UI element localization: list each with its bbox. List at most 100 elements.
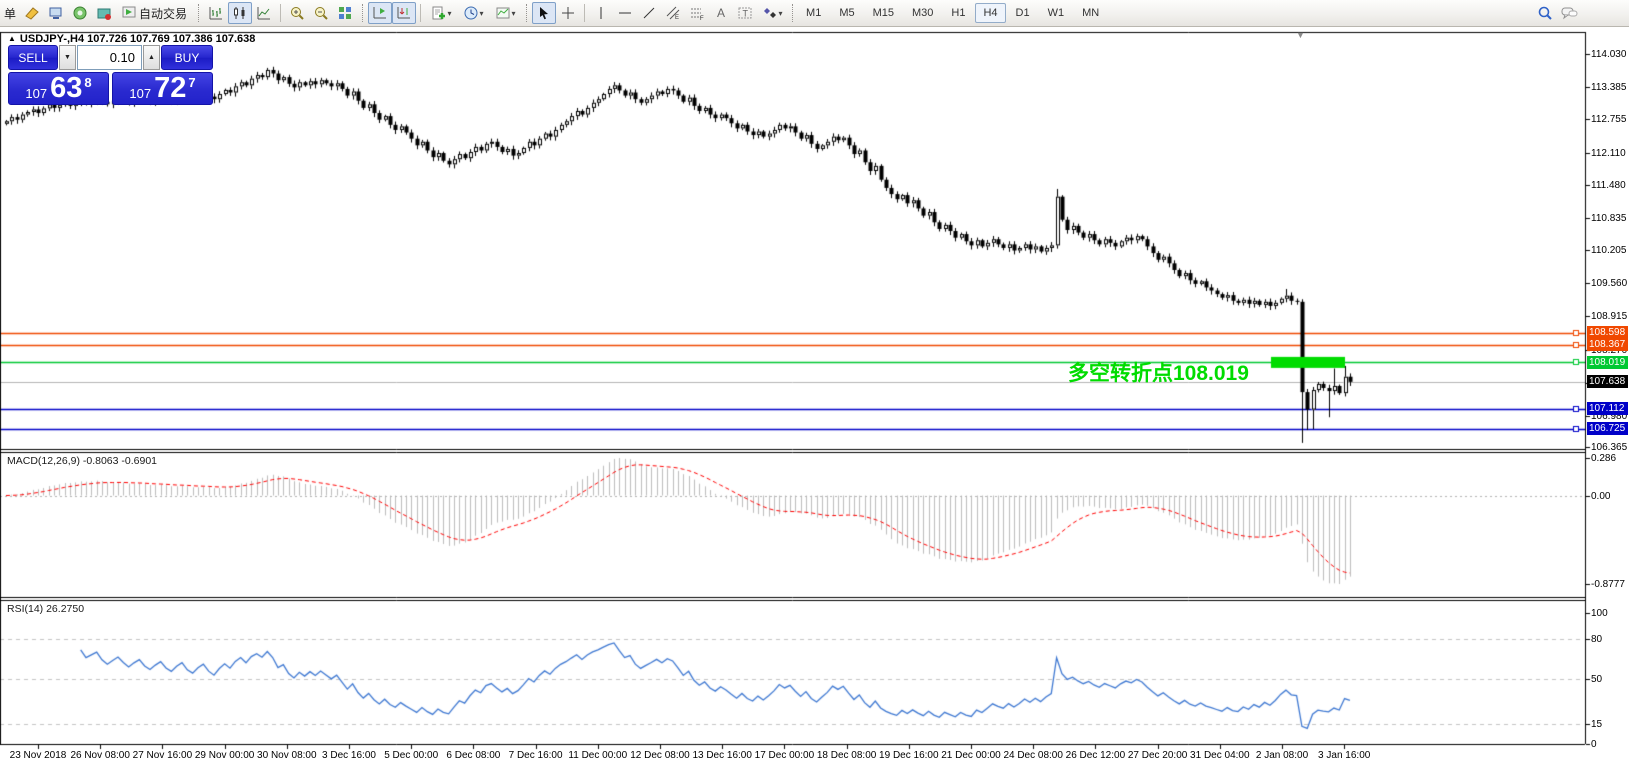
macd-axis-label: 0.286	[1591, 453, 1617, 464]
price-axis-tick-label: 114.030	[1591, 49, 1627, 61]
fibonacci-tool-icon[interactable]: F	[685, 2, 709, 24]
buy-button[interactable]: BUY	[161, 45, 213, 70]
terminal-icon[interactable]	[92, 2, 116, 24]
time-axis-label: 18 Dec 08:00	[816, 750, 877, 761]
autotrading-button[interactable]: 自动交易	[116, 2, 193, 24]
pane-separator[interactable]	[0, 448, 1585, 453]
candlestick-chart-icon[interactable]	[228, 2, 253, 24]
time-axis-label: 23 Nov 2018	[9, 750, 67, 761]
macd-indicator-label: MACD(12,26,9) -0.8063 -0.6901	[7, 455, 157, 467]
price-axis-tick-label: 108.915	[1591, 311, 1628, 323]
mt4-window: 单 自动交易 ▾ ▾ ▾ E F A T ▾ M1 M5 M15 M30 H1 …	[0, 0, 1629, 773]
line-chart-icon[interactable]	[252, 2, 276, 24]
hline-price-label: 107.112	[1587, 402, 1628, 416]
macd-axis-label: 0.00	[1591, 490, 1611, 502]
toolbar-drag-handle[interactable]	[362, 4, 364, 22]
horizontal-line-tool-icon[interactable]	[613, 2, 637, 24]
navigator-icon[interactable]	[68, 2, 92, 24]
toolbar-drag-handle[interactable]	[526, 4, 528, 22]
periods-icon[interactable]: ▾	[457, 2, 489, 24]
cursor-icon[interactable]	[532, 2, 557, 24]
dropdown-arrow-icon: ▾	[511, 8, 516, 18]
crosshair-icon[interactable]	[556, 2, 580, 24]
price-axis-tick-label: 106.365	[1591, 442, 1628, 454]
templates-icon[interactable]: ▾	[489, 2, 521, 24]
search-icon[interactable]	[1533, 2, 1557, 24]
time-axis-label: 27 Nov 16:00	[132, 750, 193, 761]
volume-input[interactable]	[77, 45, 142, 70]
sell-button[interactable]: SELL	[8, 45, 58, 70]
price-axis-tick-label: 112.755	[1591, 114, 1627, 126]
chart-title-text: USDJPY-,H4 107.726 107.769 107.386 107.6…	[19, 33, 256, 45]
sell-price-button[interactable]: 107 63 8	[8, 72, 109, 105]
dropdown-arrow-icon: ▾	[778, 8, 783, 18]
timeframe-button-mn[interactable]: MN	[1074, 3, 1107, 23]
time-axis-label: 6 Dec 08:00	[446, 750, 501, 761]
toolbar-separator	[584, 4, 586, 22]
time-axis-label: 27 Dec 20:00	[1127, 750, 1188, 761]
svg-text:T: T	[743, 9, 749, 19]
time-axis-label: 19 Dec 16:00	[879, 750, 939, 761]
time-axis-label: 2 Jan 08:00	[1255, 750, 1309, 761]
svg-text:E: E	[675, 15, 679, 21]
time-axis-label: 17 Dec 00:00	[754, 750, 815, 761]
buy-price-button[interactable]: 107 72 7	[112, 72, 213, 105]
rsi-axis-label: 0	[1591, 739, 1597, 750]
text-tool-icon[interactable]: A	[709, 2, 733, 24]
text-label-tool-icon[interactable]: T	[733, 2, 757, 24]
chat-icon[interactable]	[1557, 2, 1581, 24]
new-order-icon[interactable]	[20, 2, 44, 24]
toolbar-drag-handle[interactable]	[198, 4, 200, 22]
timeframe-button-m1[interactable]: M1	[798, 3, 829, 23]
rsi-axis-label: 50	[1591, 673, 1603, 685]
tile-windows-icon[interactable]	[333, 2, 357, 24]
arrows-tool-icon[interactable]: ▾	[757, 2, 787, 24]
auto-scroll-icon[interactable]	[368, 2, 393, 24]
timeframe-button-m30[interactable]: M30	[904, 3, 941, 23]
rsi-axis-label: 15	[1591, 719, 1603, 731]
chart-shift-marker-icon[interactable]: ▼	[1296, 30, 1305, 40]
hline-price-label: 108.019	[1587, 355, 1628, 369]
time-axis-label: 30 Nov 08:00	[257, 750, 317, 761]
order-label[interactable]: 单	[4, 5, 16, 22]
buy-price-prefix: 107	[129, 86, 152, 101]
timeframe-button-d1[interactable]: D1	[1008, 3, 1038, 23]
autotrading-icon	[122, 5, 136, 22]
time-axis-label: 31 Dec 04:00	[1190, 750, 1250, 761]
timeframe-button-h1[interactable]: H1	[943, 3, 973, 23]
vertical-line-tool-icon[interactable]	[589, 2, 613, 24]
time-axis-label: 26 Nov 08:00	[70, 750, 130, 761]
price-axis-tick-label: 112.110	[1591, 147, 1626, 159]
toolbar-drag-handle[interactable]	[792, 4, 794, 22]
time-axis-label: 12 Dec 08:00	[630, 750, 690, 761]
chart-canvas[interactable]	[0, 0, 1629, 773]
one-click-trading-panel: SELL ▼ ▲ BUY 107 63 8 107 72 7	[8, 45, 213, 105]
timeframe-button-h4[interactable]: H4	[975, 3, 1006, 23]
pivot-annotation-text[interactable]: 多空转折点108.019	[1068, 357, 1249, 387]
bar-chart-icon[interactable]	[204, 2, 228, 24]
sell-price-prefix: 107	[25, 86, 48, 101]
equidistant-channel-tool-icon[interactable]: E	[661, 2, 685, 24]
price-axis-tick-label: 110.835	[1591, 212, 1627, 224]
toolbar: 单 自动交易 ▾ ▾ ▾ E F A T ▾ M1 M5 M15 M30 H1 …	[0, 0, 1629, 27]
volume-decrease-button[interactable]: ▼	[59, 45, 76, 70]
symbol-collapse-arrow-icon[interactable]: ▲	[8, 34, 16, 43]
volume-increase-button[interactable]: ▲	[143, 45, 160, 70]
trendline-tool-icon[interactable]	[637, 2, 661, 24]
zoom-out-icon[interactable]	[309, 2, 333, 24]
buy-price-big: 72	[154, 72, 187, 104]
dropdown-arrow-icon: ▾	[479, 8, 484, 18]
timeframe-button-w1[interactable]: W1	[1040, 3, 1073, 23]
timeframe-button-m15[interactable]: M15	[865, 3, 902, 23]
indicators-icon[interactable]: ▾	[425, 2, 457, 24]
chart-shift-icon[interactable]	[392, 2, 417, 24]
metaeditor-icon[interactable]	[44, 2, 68, 24]
dropdown-arrow-icon: ▾	[447, 8, 452, 18]
price-axis-tick-label: 110.205	[1591, 245, 1627, 257]
price-axis-tick-label: 109.560	[1591, 278, 1628, 290]
rsi-axis-label: 80	[1591, 634, 1603, 646]
pane-separator[interactable]	[0, 596, 1585, 601]
timeframe-button-m5[interactable]: M5	[831, 3, 862, 23]
svg-text:F: F	[700, 16, 704, 21]
zoom-in-icon[interactable]	[285, 2, 309, 24]
